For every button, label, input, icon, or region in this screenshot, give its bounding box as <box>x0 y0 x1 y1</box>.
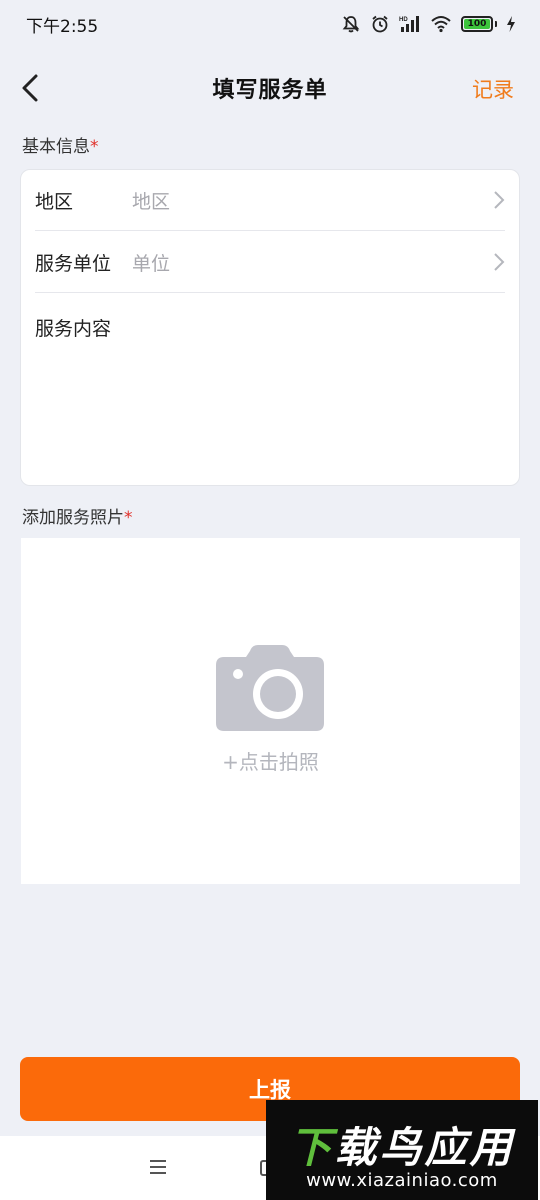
watermark-url: www.xiazainiao.com <box>306 1170 498 1191</box>
service-content-input[interactable] <box>141 302 505 471</box>
hd-signal-icon: HD <box>399 16 419 32</box>
battery-icon: 100 <box>461 16 497 32</box>
region-placeholder: 地区 <box>132 191 171 213</box>
required-mark: * <box>124 508 133 528</box>
alarm-icon <box>372 15 388 33</box>
svg-text:HD: HD <box>399 17 408 23</box>
unit-label: 服务单位 <box>35 253 112 275</box>
back-button[interactable] <box>8 66 52 110</box>
region-selector[interactable]: 地区 地区 <box>35 170 505 231</box>
chevron-left-icon <box>22 74 38 102</box>
chevron-right-icon <box>494 191 505 209</box>
photos-label: 添加服务照片* <box>22 503 133 528</box>
basic-info-title: 基本信息 <box>22 137 90 157</box>
take-photo-label: +点击拍照 <box>222 750 319 774</box>
photos-title: 添加服务照片 <box>22 508 124 528</box>
unit-placeholder: 单位 <box>132 253 171 275</box>
watermark-brand-rest: 载鸟应用 <box>334 1123 515 1172</box>
mute-icon <box>342 16 360 33</box>
status-icons: HD 100 <box>341 14 516 34</box>
wifi-icon <box>431 16 451 33</box>
record-link[interactable]: 记录 <box>472 74 514 104</box>
page-title: 填写服务单 <box>212 78 328 103</box>
basic-info-card: 地区 地区 服务单位 单位 服务内容 <box>20 169 520 486</box>
menu-icon[interactable] <box>148 1158 168 1176</box>
unit-selector[interactable]: 服务单位 单位 <box>35 232 505 293</box>
watermark-brand-first: 下 <box>289 1123 335 1172</box>
divider <box>35 230 505 231</box>
nav-bar: 填写服务单 记录 <box>0 58 540 118</box>
basic-info-label: 基本信息* <box>22 132 99 157</box>
content-label: 服务内容 <box>35 318 112 340</box>
status-bar: 下午2:55 HD 100 <box>0 0 540 48</box>
watermark: 下载鸟应用 www.xiazainiao.com <box>266 1100 538 1200</box>
watermark-logo: 下载鸟应用 <box>266 1114 538 1175</box>
status-time: 下午2:55 <box>26 16 99 37</box>
divider <box>35 292 505 293</box>
battery-level: 100 <box>464 19 490 29</box>
camera-icon <box>216 645 324 731</box>
charging-icon <box>507 16 515 32</box>
photo-upload-area[interactable]: +点击拍照 <box>21 538 520 884</box>
chevron-right-icon <box>494 253 505 271</box>
region-label: 地区 <box>35 191 74 213</box>
required-mark: * <box>90 137 99 157</box>
